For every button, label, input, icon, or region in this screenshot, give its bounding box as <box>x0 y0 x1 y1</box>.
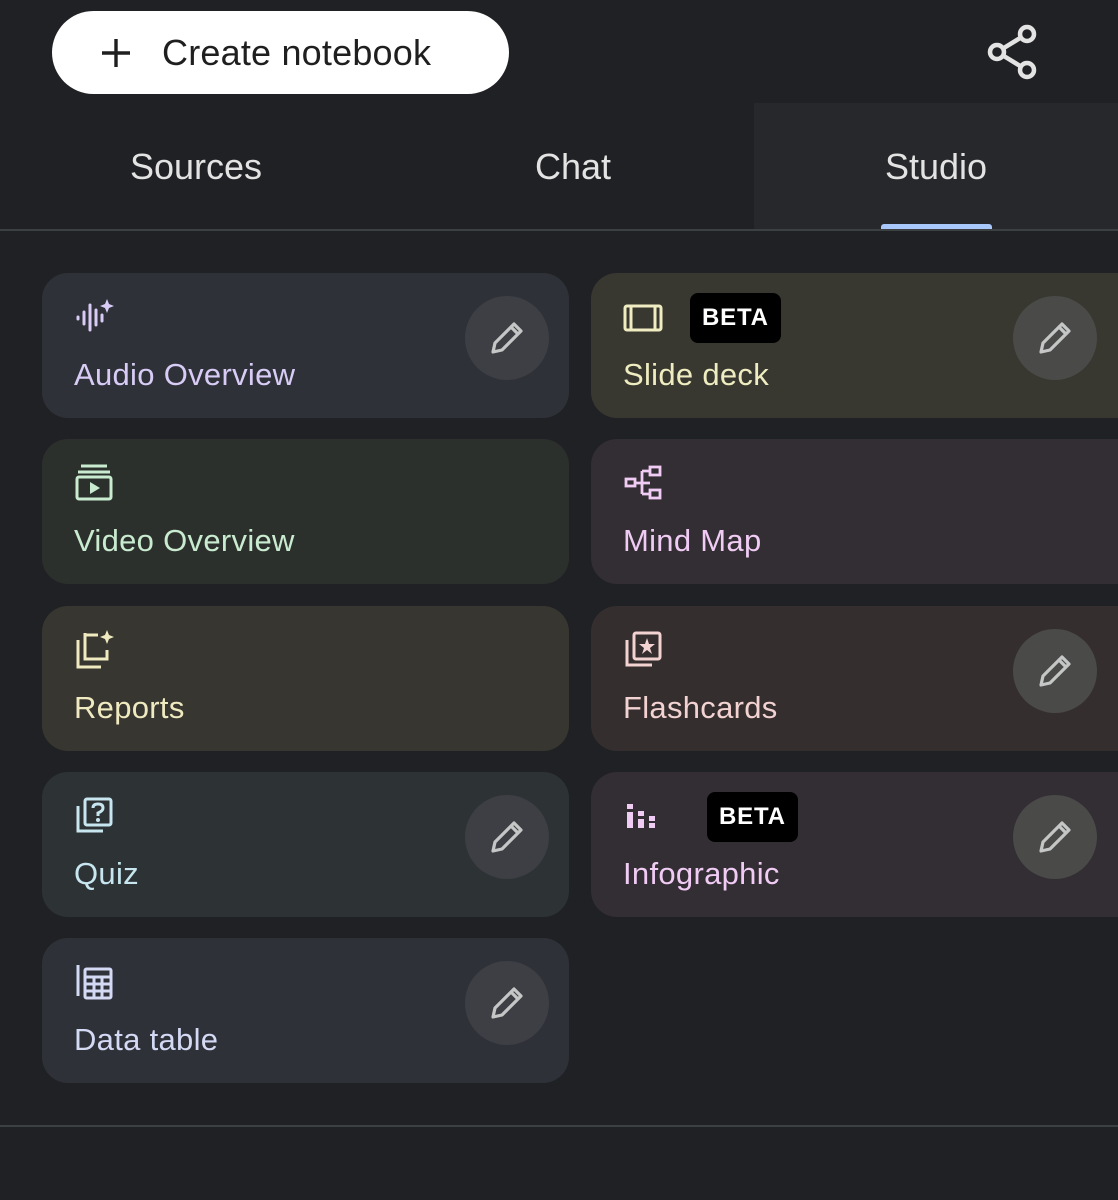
reports-label: Reports <box>74 690 185 725</box>
beta-badge: BETA <box>690 293 781 343</box>
infographic-edit-button[interactable] <box>1013 795 1097 879</box>
flashcards-icon <box>623 630 663 670</box>
share-icon <box>987 24 1037 80</box>
tab-chat[interactable]: Chat <box>392 103 754 230</box>
infographic-card[interactable]: BETA Infographic <box>591 772 1118 917</box>
pencil-icon <box>1039 821 1071 853</box>
flashcards-edit-button[interactable] <box>1013 629 1097 713</box>
flashcards-label: Flashcards <box>623 690 778 725</box>
data-table-label: Data table <box>74 1022 219 1057</box>
video-play-icon <box>74 463 114 503</box>
audio-overview-card[interactable]: Audio Overview <box>42 273 569 418</box>
pencil-icon <box>1039 322 1071 354</box>
data-table-edit-button[interactable] <box>465 961 549 1045</box>
reports-sparkle-icon <box>74 630 114 670</box>
infographic-icon <box>623 796 663 836</box>
slides-icon <box>623 297 663 337</box>
share-button[interactable] <box>972 16 1052 88</box>
flashcards-card[interactable]: Flashcards <box>591 606 1118 751</box>
mind-map-card[interactable]: Mind Map <box>591 439 1118 584</box>
audio-overview-edit-button[interactable] <box>465 296 549 380</box>
tab-sources[interactable]: Sources <box>0 103 392 230</box>
slide-deck-edit-button[interactable] <box>1013 296 1097 380</box>
mind-map-label: Mind Map <box>623 523 762 558</box>
pencil-icon <box>1039 655 1071 687</box>
data-table-card[interactable]: Data table <box>42 938 569 1083</box>
quiz-edit-button[interactable] <box>465 795 549 879</box>
pencil-icon <box>491 987 523 1019</box>
infographic-label: Infographic <box>623 856 780 891</box>
create-notebook-button[interactable]: Create notebook <box>52 11 509 94</box>
plus-icon <box>102 38 130 67</box>
quiz-icon <box>74 796 114 836</box>
tabs-divider <box>0 229 1118 231</box>
tab-bar: Sources Chat Studio <box>0 103 1118 230</box>
audio-overview-label: Audio Overview <box>74 357 296 392</box>
video-overview-card[interactable]: Video Overview <box>42 439 569 584</box>
quiz-label: Quiz <box>74 856 139 891</box>
pencil-icon <box>491 322 523 354</box>
mind-map-icon <box>623 463 663 503</box>
beta-badge: BETA <box>707 792 798 842</box>
data-table-icon <box>74 962 114 1002</box>
slide-deck-label: Slide deck <box>623 357 770 392</box>
bottom-divider <box>0 1125 1118 1127</box>
slide-deck-card[interactable]: BETA Slide deck <box>591 273 1118 418</box>
pencil-icon <box>491 821 523 853</box>
create-notebook-label: Create notebook <box>162 31 432 73</box>
quiz-card[interactable]: Quiz <box>42 772 569 917</box>
audio-waveform-sparkle-icon <box>74 297 114 337</box>
video-overview-label: Video Overview <box>74 523 295 558</box>
tab-studio[interactable]: Studio <box>754 103 1118 230</box>
reports-card[interactable]: Reports <box>42 606 569 751</box>
